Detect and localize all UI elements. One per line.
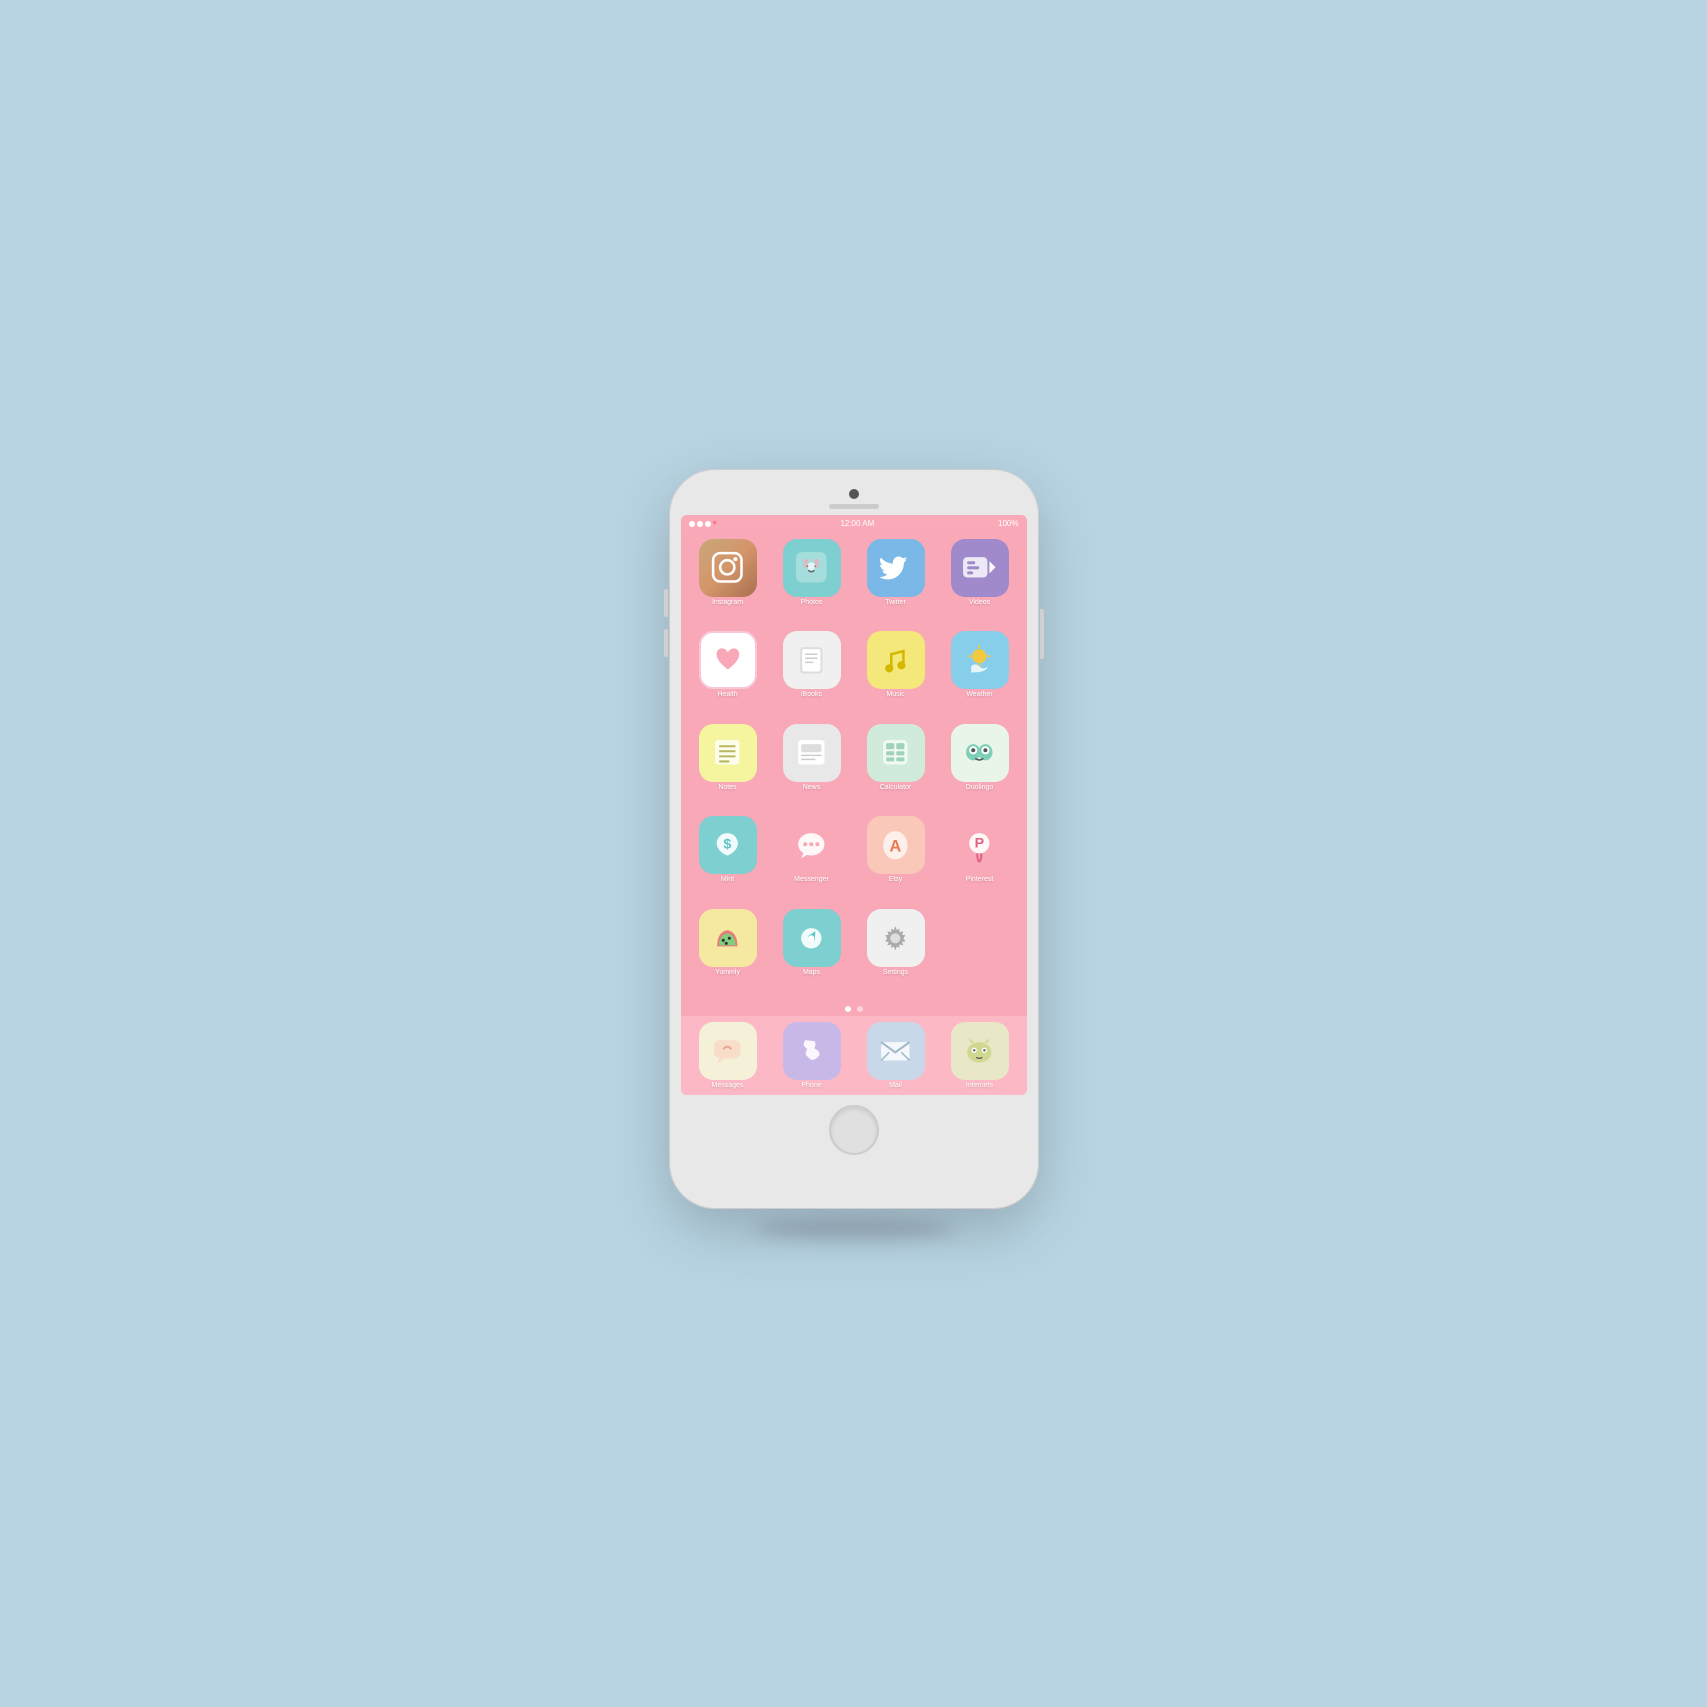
app-notes[interactable]: Notes: [689, 724, 767, 811]
app-news[interactable]: News: [773, 724, 851, 811]
svg-text:$: $: [724, 836, 732, 852]
app-videos-label: Videos: [969, 599, 990, 606]
app-calculator[interactable]: Calculator: [857, 724, 935, 811]
page-dots: [681, 1002, 1027, 1016]
app-grid: Instagram: [681, 533, 1027, 1002]
status-time: 12:00 AM: [840, 519, 874, 528]
dock-messages-label: Messages: [712, 1082, 744, 1089]
dock: Messages Phone: [681, 1016, 1027, 1095]
app-twitter[interactable]: Twitter: [857, 539, 935, 626]
app-messenger-label: Messenger: [794, 876, 829, 883]
app-maps[interactable]: Maps: [773, 909, 851, 996]
signal-area: ♥: [689, 520, 717, 527]
status-battery: 100%: [998, 519, 1018, 528]
app-health-label: Health: [717, 691, 737, 698]
app-instagram[interactable]: Instagram: [689, 539, 767, 626]
camera: [849, 489, 859, 499]
app-settings[interactable]: Settings: [857, 909, 935, 996]
app-news-label: News: [803, 784, 821, 791]
app-videos[interactable]: Videos: [941, 539, 1019, 626]
phone: ♥ 12:00 AM 100% Instagram: [669, 469, 1039, 1209]
phone-top: [681, 481, 1027, 515]
app-etsy-label: Etsy: [889, 876, 903, 883]
app-twitter-label: Twitter: [885, 599, 906, 606]
page-dot-2[interactable]: [857, 1006, 863, 1012]
power-button[interactable]: [1040, 609, 1044, 659]
svg-text:P: P: [975, 835, 984, 851]
app-health[interactable]: Health: [689, 631, 767, 718]
app-weather-label: Weather: [966, 691, 992, 698]
app-photos[interactable]: Photos: [773, 539, 851, 626]
home-button[interactable]: [829, 1105, 879, 1155]
app-mint-label: Mint: [721, 876, 734, 883]
app-yummly[interactable]: Yummly: [689, 909, 767, 996]
heart-icon: ♥: [713, 520, 717, 527]
signal-dot-1: [689, 521, 695, 527]
signal-dot-2: [697, 521, 703, 527]
app-pinterest-label: Pinterest: [966, 876, 994, 883]
dock-mail[interactable]: Mail: [857, 1022, 935, 1089]
app-maps-label: Maps: [803, 969, 820, 976]
app-ibooks-label: iBooks: [801, 691, 822, 698]
phone-bottom: [681, 1095, 1027, 1163]
app-ibooks[interactable]: iBooks: [773, 631, 851, 718]
app-instagram-label: Instagram: [712, 599, 743, 606]
signal-dot-3: [705, 521, 711, 527]
dock-phone[interactable]: Phone: [773, 1022, 851, 1089]
app-photos-label: Photos: [801, 599, 823, 606]
app-etsy[interactable]: A Etsy: [857, 816, 935, 903]
app-messenger[interactable]: Messenger: [773, 816, 851, 903]
speaker: [829, 504, 879, 509]
volume-down-button[interactable]: [664, 629, 668, 657]
dock-phone-label: Phone: [801, 1082, 821, 1089]
app-music[interactable]: Music: [857, 631, 935, 718]
svg-text:A: A: [890, 837, 902, 855]
app-pinterest[interactable]: P Pinterest: [941, 816, 1019, 903]
page-dot-1[interactable]: [845, 1006, 851, 1012]
dock-internet[interactable]: Internets: [941, 1022, 1019, 1089]
app-notes-label: Notes: [718, 784, 736, 791]
app-mint[interactable]: $ Mint: [689, 816, 767, 903]
phone-shadow: [754, 1219, 954, 1239]
screen: ♥ 12:00 AM 100% Instagram: [681, 515, 1027, 1095]
dock-internet-label: Internets: [966, 1082, 993, 1089]
app-duolingo-label: Duolingo: [966, 784, 994, 791]
app-weather[interactable]: Weather: [941, 631, 1019, 718]
phone-wrapper: ♥ 12:00 AM 100% Instagram: [669, 469, 1039, 1239]
app-settings-label: Settings: [883, 969, 908, 976]
app-music-label: Music: [886, 691, 904, 698]
app-yummly-label: Yummly: [715, 969, 740, 976]
dock-messages[interactable]: Messages: [689, 1022, 767, 1089]
dock-mail-label: Mail: [889, 1082, 902, 1089]
status-bar: ♥ 12:00 AM 100%: [681, 515, 1027, 533]
volume-up-button[interactable]: [664, 589, 668, 617]
app-duolingo[interactable]: Duolingo: [941, 724, 1019, 811]
app-calculator-label: Calculator: [880, 784, 912, 791]
